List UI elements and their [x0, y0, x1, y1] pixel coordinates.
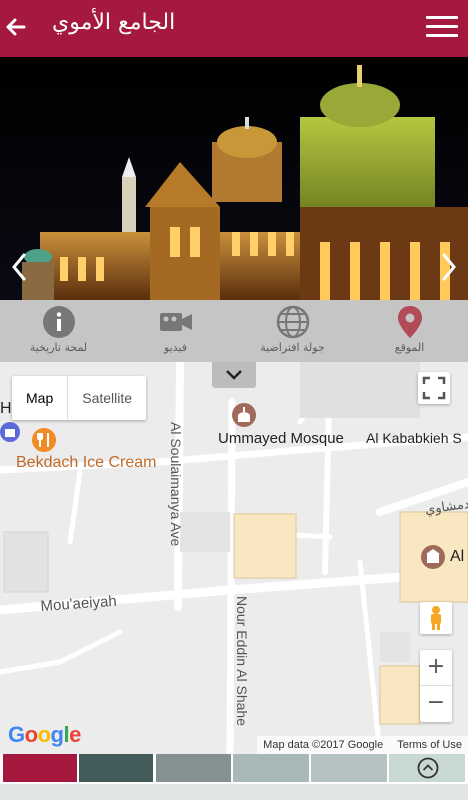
- soulaimanya-street-label: Al Soulaimanya Ave: [168, 422, 184, 547]
- hero-image: [0, 57, 468, 300]
- map-type-map-button[interactable]: Map: [12, 376, 67, 420]
- color-swatch-3[interactable]: [156, 754, 231, 782]
- mosque-photo: [0, 57, 468, 300]
- back-arrow-icon: [6, 18, 26, 36]
- fullscreen-button[interactable]: [418, 372, 450, 404]
- location-action[interactable]: الموقع: [351, 300, 468, 362]
- back-button[interactable]: [4, 12, 30, 42]
- history-action[interactable]: لمحة تاريخية: [0, 300, 117, 362]
- page-title: الجامع الأموي: [52, 10, 176, 35]
- app-header: الجامع الأموي: [0, 0, 468, 57]
- museum-marker-icon[interactable]: [420, 544, 446, 570]
- map-data-text: Map data ©2017 Google: [263, 739, 384, 751]
- color-swatch-4[interactable]: [233, 754, 309, 782]
- pegman-icon: [431, 606, 441, 630]
- street-view-button[interactable]: [420, 602, 452, 634]
- mosque-map-label: Ummayed Mosque: [218, 430, 344, 447]
- action-bar: لمحة تاريخية فيديو جولة افتراضية الموقع: [0, 300, 468, 362]
- next-image-button[interactable]: [434, 247, 464, 287]
- h-partial-label: H: [0, 400, 12, 417]
- ice-cream-map-label: Bekdach Ice Cream: [16, 454, 157, 471]
- map-view[interactable]: Map Satellite Ummayed Mosque Al Kababkie…: [0, 362, 468, 754]
- color-swatch-1[interactable]: [3, 754, 77, 782]
- history-label: لمحة تاريخية: [29, 341, 88, 354]
- mosque-marker-icon[interactable]: [232, 402, 258, 430]
- zoom-out-button[interactable]: −: [420, 686, 452, 722]
- color-swatch-5[interactable]: [311, 754, 387, 782]
- info-icon: [42, 306, 75, 338]
- hamburger-menu-icon: [426, 16, 458, 19]
- chevron-right-icon: [442, 253, 456, 281]
- location-label: الموقع: [394, 341, 425, 354]
- kabakbieh-street-label: Al Kababkieh S: [366, 430, 462, 446]
- footer-strip: [0, 784, 468, 800]
- zoom-control: + −: [420, 650, 452, 722]
- footer-bar: [0, 754, 468, 800]
- zoom-in-button[interactable]: +: [420, 650, 452, 686]
- collapse-panel-button[interactable]: [212, 362, 256, 388]
- virtual-tour-action[interactable]: جولة افتراضية: [234, 300, 351, 362]
- video-action[interactable]: فيديو: [117, 300, 234, 362]
- nour-eddin-street-label: Nour Eddin Al Shahe: [234, 596, 250, 726]
- map-type-satellite-button[interactable]: Satellite: [67, 376, 146, 420]
- al-partial-label: Al: [450, 548, 465, 565]
- map-pin-icon: [397, 306, 422, 338]
- video-label: فيديو: [163, 341, 188, 354]
- virtual-tour-label: جولة افتراضية: [260, 341, 325, 354]
- shopping-marker-icon[interactable]: [0, 420, 22, 444]
- map-type-control: Map Satellite: [12, 376, 147, 420]
- color-swatch-2[interactable]: [79, 754, 153, 782]
- terms-link[interactable]: Terms of Use: [397, 739, 462, 751]
- restaurant-marker-icon[interactable]: [32, 428, 58, 454]
- chevron-left-icon: [12, 253, 26, 281]
- map-attribution: Map data ©2017 Google Terms of Use: [257, 736, 468, 754]
- hamburger-menu-button[interactable]: [426, 16, 458, 40]
- video-camera-icon: [159, 313, 192, 331]
- prev-image-button[interactable]: [4, 247, 34, 287]
- chevron-up-circle-icon[interactable]: [417, 757, 439, 779]
- chevron-down-icon: [226, 370, 242, 380]
- fullscreen-icon: [422, 376, 446, 400]
- globe-icon: [276, 305, 309, 339]
- google-logo: Google: [8, 722, 81, 747]
